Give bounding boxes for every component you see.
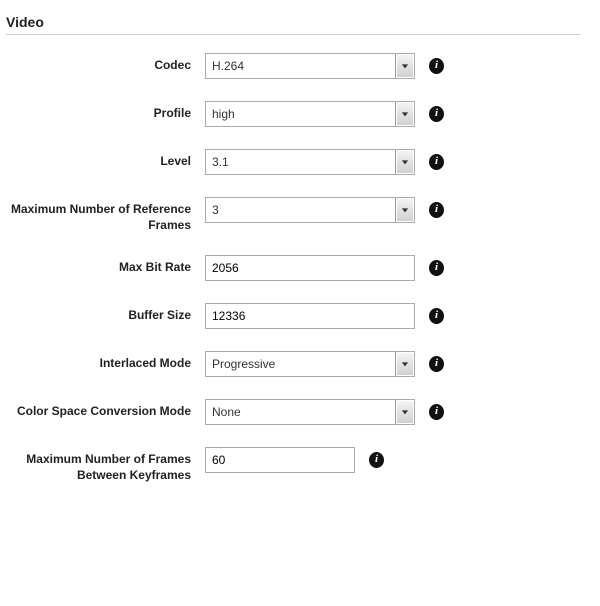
maxref-label: Maximum Number of Reference Frames bbox=[6, 197, 205, 233]
csc-label: Color Space Conversion Mode bbox=[6, 399, 205, 420]
interl-select[interactable]: Progressive bbox=[205, 351, 415, 377]
level-control: 3.1 i bbox=[205, 149, 444, 175]
maxref-info-icon[interactable]: i bbox=[429, 202, 444, 218]
maxbit-label: Max Bit Rate bbox=[6, 255, 205, 276]
interl-value: Progressive bbox=[206, 357, 395, 371]
level-label: Level bbox=[6, 149, 205, 170]
maxbit-info-icon[interactable]: i bbox=[429, 260, 444, 276]
field-row-maxkey: Maximum Number of Frames Between Keyfram… bbox=[6, 447, 580, 483]
field-row-buffer: Buffer Size i bbox=[6, 303, 580, 329]
codec-control: H.264 i bbox=[205, 53, 444, 79]
level-select[interactable]: 3.1 bbox=[205, 149, 415, 175]
divider bbox=[6, 34, 580, 35]
profile-control: high i bbox=[205, 101, 444, 127]
csc-info-icon[interactable]: i bbox=[429, 404, 444, 420]
chevron-down-icon[interactable] bbox=[395, 54, 414, 78]
chevron-down-icon[interactable] bbox=[395, 198, 414, 222]
maxref-control: 3i bbox=[205, 197, 444, 223]
maxref-select[interactable]: 3 bbox=[205, 197, 415, 223]
maxkey-label: Maximum Number of Frames Between Keyfram… bbox=[6, 447, 205, 483]
field-row-maxbit: Max Bit Rate i bbox=[6, 255, 580, 281]
profile-select[interactable]: high bbox=[205, 101, 415, 127]
buffer-control: i bbox=[205, 303, 444, 329]
csc-control: None i bbox=[205, 399, 444, 425]
csc-select[interactable]: None bbox=[205, 399, 415, 425]
csc-value: None bbox=[206, 405, 395, 419]
interl-control: Progressive i bbox=[205, 351, 444, 377]
level-info-icon[interactable]: i bbox=[429, 154, 444, 170]
profile-value: high bbox=[206, 107, 395, 121]
maxbit-control: i bbox=[205, 255, 444, 281]
codec-info-icon[interactable]: i bbox=[429, 58, 444, 74]
profile-info-icon[interactable]: i bbox=[429, 106, 444, 122]
field-row-maxref: Maximum Number of Reference Frames3i bbox=[6, 197, 580, 233]
chevron-down-icon[interactable] bbox=[395, 150, 414, 174]
field-row-level: Level3.1 i bbox=[6, 149, 580, 175]
field-row-profile: Profilehigh i bbox=[6, 101, 580, 127]
field-row-codec: CodecH.264 i bbox=[6, 53, 580, 79]
chevron-down-icon[interactable] bbox=[395, 400, 414, 424]
codec-label: Codec bbox=[6, 53, 205, 74]
maxref-value: 3 bbox=[206, 203, 395, 217]
maxkey-control: i bbox=[205, 447, 384, 473]
interl-label: Interlaced Mode bbox=[6, 351, 205, 372]
codec-select[interactable]: H.264 bbox=[205, 53, 415, 79]
chevron-down-icon[interactable] bbox=[395, 102, 414, 126]
maxkey-info-icon[interactable]: i bbox=[369, 452, 384, 468]
section-title: Video bbox=[6, 14, 580, 30]
buffer-info-icon[interactable]: i bbox=[429, 308, 444, 324]
maxkey-input[interactable] bbox=[205, 447, 355, 473]
interl-info-icon[interactable]: i bbox=[429, 356, 444, 372]
level-value: 3.1 bbox=[206, 155, 395, 169]
field-row-csc: Color Space Conversion ModeNone i bbox=[6, 399, 580, 425]
buffer-label: Buffer Size bbox=[6, 303, 205, 324]
field-row-interl: Interlaced ModeProgressive i bbox=[6, 351, 580, 377]
buffer-input[interactable] bbox=[205, 303, 415, 329]
maxbit-input[interactable] bbox=[205, 255, 415, 281]
chevron-down-icon[interactable] bbox=[395, 352, 414, 376]
codec-value: H.264 bbox=[206, 59, 395, 73]
profile-label: Profile bbox=[6, 101, 205, 122]
